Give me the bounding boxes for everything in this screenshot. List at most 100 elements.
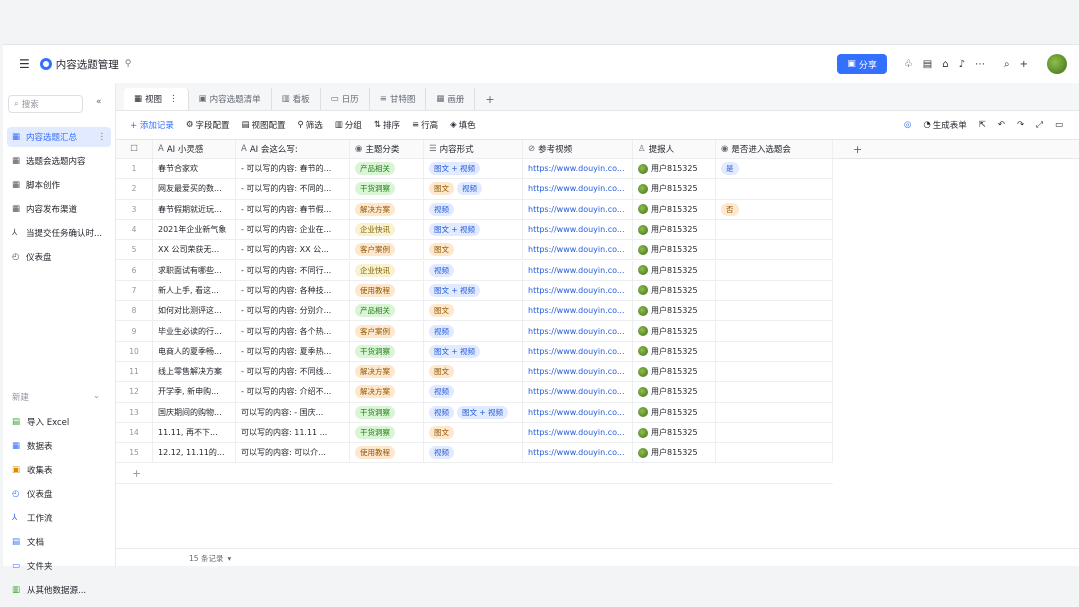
reference-video-link[interactable]: https://www.douyin.co... — [528, 408, 625, 417]
table-cell[interactable]: 毕业生必读的行... — [153, 321, 236, 341]
table-cell[interactable]: https://www.douyin.co... — [523, 240, 633, 260]
new-item[interactable]: ▣ 收集表 — [12, 464, 53, 476]
sidebar-item[interactable]: ▦ 选题会选题内容 — [7, 151, 111, 171]
table-cell[interactable] — [716, 219, 833, 240]
add-record-button[interactable]: + 添加记录 — [130, 119, 174, 131]
more-icon[interactable]: ⋮ — [169, 94, 178, 104]
table-cell[interactable]: 干货洞察 — [350, 341, 424, 361]
reference-video-link[interactable]: https://www.douyin.co... — [528, 266, 625, 275]
home-icon[interactable]: ⌂ — [942, 59, 948, 70]
new-section-header[interactable]: 新建 ⌄ — [12, 391, 100, 403]
reference-video-link[interactable]: https://www.douyin.co... — [528, 367, 625, 376]
table-cell[interactable]: 用户815325 — [633, 443, 716, 463]
table-cell[interactable]: 线上零售解决方案 — [153, 362, 236, 382]
table-cell[interactable]: https://www.douyin.co... — [523, 260, 633, 280]
table-row[interactable]: 7 新人上手, 看这... - 可以写的内容: 各种技... 使用教程 图文 + 视频 h… — [116, 280, 833, 302]
table-cell[interactable]: 客户案例 — [350, 240, 424, 260]
table-cell[interactable]: 春节合家欢 — [153, 159, 236, 179]
reference-video-link[interactable]: https://www.douyin.co... — [528, 184, 625, 193]
table-cell[interactable]: 求职面试有哪些... — [153, 260, 236, 280]
sidebar-item[interactable]: ▦ 脚本创作 — [7, 175, 111, 195]
table-cell[interactable]: 11.11, 再不下... — [153, 422, 236, 443]
toolbar-tool-1[interactable]: ▤ 视图配置 — [241, 119, 285, 131]
toolbar-tool-5[interactable]: ≡ 行高 — [412, 119, 438, 131]
table-cell[interactable]: 如何对比测评这... — [153, 301, 236, 321]
table-cell[interactable]: - 可以写的内容: 不同的... — [236, 179, 350, 199]
table-cell[interactable] — [716, 280, 833, 301]
add-column-button[interactable]: + — [833, 139, 1079, 159]
table-cell[interactable]: 用户815325 — [633, 382, 716, 402]
new-item[interactable]: ⅄ 工作流 — [12, 512, 53, 524]
table-cell[interactable]: 干货洞察 — [350, 422, 424, 443]
table-cell[interactable]: 用户815325 — [633, 402, 716, 422]
table-cell[interactable]: 产品相关 — [350, 159, 424, 179]
table-cell[interactable]: https://www.douyin.co... — [523, 422, 633, 443]
table-cell[interactable]: 6 — [116, 260, 153, 280]
table-row[interactable]: 1 春节合家欢 - 可以写的内容: 春节的... 产品相关 图文 + 视频 https:/… — [116, 159, 833, 180]
reference-video-link[interactable]: https://www.douyin.co... — [528, 428, 625, 437]
table-row[interactable]: 9 毕业生必读的行... - 可以写的内容: 各个热... 客户案例 视频 https:/… — [116, 321, 833, 342]
table-cell[interactable]: 11 — [116, 362, 153, 382]
comment-icon[interactable]: ▭ — [1055, 120, 1063, 130]
more-icon[interactable]: ⋮ — [98, 132, 107, 142]
table-cell[interactable]: 用户815325 — [633, 179, 716, 199]
table-cell[interactable]: 5 — [116, 240, 153, 260]
table-cell[interactable]: 开学季, 新申购... — [153, 382, 236, 402]
table-cell[interactable]: https://www.douyin.co... — [523, 443, 633, 463]
table-cell[interactable]: 3 — [116, 199, 153, 219]
table-cell[interactable]: 图文 — [424, 362, 523, 382]
add-row-button[interactable]: + — [116, 464, 833, 484]
table-cell[interactable]: 用户815325 — [633, 280, 716, 301]
search-icon[interactable]: ⌕ — [1004, 59, 1010, 70]
bell-icon[interactable]: ♪ — [959, 59, 965, 70]
table-cell[interactable]: - 可以写的内容: 各种技... — [236, 280, 350, 301]
table-cell[interactable]: https://www.douyin.co... — [523, 341, 633, 361]
new-item[interactable]: ◴ 仪表盘 — [12, 488, 53, 500]
table-cell[interactable]: https://www.douyin.co... — [523, 301, 633, 321]
reference-video-link[interactable]: https://www.douyin.co... — [528, 306, 625, 315]
pin-icon[interactable]: ⚲ — [125, 59, 132, 69]
table-cell[interactable] — [716, 362, 833, 382]
table-cell[interactable]: 产品相关 — [350, 301, 424, 321]
table-cell[interactable]: 14 — [116, 422, 153, 443]
table-cell[interactable]: - 可以写的内容: 夏季热... — [236, 341, 350, 361]
table-cell[interactable]: - 可以写的内容: 不同线... — [236, 362, 350, 382]
table-cell[interactable]: 国庆期间的购物... — [153, 402, 236, 422]
table-cell[interactable]: - 可以写的内容: 分别介... — [236, 301, 350, 321]
toolbar-tool-2[interactable]: ⚲ 筛选 — [298, 119, 323, 131]
table-cell[interactable]: - 可以写的内容: 春节假... — [236, 199, 350, 219]
table-cell[interactable]: 图文 — [424, 422, 523, 443]
sidebar-toggle-icon[interactable]: ☰ — [19, 57, 30, 71]
table-cell[interactable]: 图文 视频 — [424, 179, 523, 199]
table-cell[interactable]: https://www.douyin.co... — [523, 219, 633, 240]
table-cell[interactable]: 13 — [116, 402, 153, 422]
share-view-icon[interactable]: ⇱ — [979, 120, 986, 130]
table-cell[interactable] — [716, 260, 833, 280]
undo-icon[interactable]: ↶ — [998, 120, 1005, 130]
reference-video-link[interactable]: https://www.douyin.co... — [528, 327, 625, 336]
search-input[interactable]: ⌕ 搜索 — [8, 95, 83, 113]
table-cell[interactable]: 企业快讯 — [350, 219, 424, 240]
table-cell[interactable] — [716, 240, 833, 260]
table-cell[interactable]: 用户815325 — [633, 422, 716, 443]
table-cell[interactable] — [716, 341, 833, 361]
table-cell[interactable]: 7 — [116, 280, 153, 301]
table-cell[interactable]: 图文 + 视频 — [424, 341, 523, 361]
table-cell[interactable] — [716, 422, 833, 443]
table-cell[interactable]: 干货洞察 — [350, 179, 424, 199]
table-cell[interactable]: 用户815325 — [633, 219, 716, 240]
tab-3[interactable]: ▭ 日历 — [321, 88, 370, 110]
table-cell[interactable]: 图文 + 视频 — [424, 219, 523, 240]
table-row[interactable]: 4 2021年企业新气象 - 可以写的内容: 企业在... 企业快讯 图文 + 视频 ht… — [116, 219, 833, 241]
table-cell[interactable]: 用户815325 — [633, 199, 716, 219]
expand-icon[interactable]: ⤢ — [1036, 120, 1043, 130]
table-row[interactable]: 6 求职面试有哪些... - 可以写的内容: 不同行... 企业快讯 视频 https:/… — [116, 260, 833, 281]
tab-5[interactable]: ▦ 画册 — [426, 88, 476, 110]
table-cell[interactable]: 1 — [116, 159, 153, 179]
toolbar-tool-0[interactable]: ⚙ 字段配置 — [186, 119, 230, 131]
table-cell[interactable] — [716, 402, 833, 422]
table-cell[interactable]: 解决方案 — [350, 382, 424, 402]
table-cell[interactable]: - 可以写的内容: 介绍不... — [236, 382, 350, 402]
new-item[interactable]: ▤ 文档 — [12, 536, 44, 548]
table-cell[interactable] — [716, 382, 833, 402]
